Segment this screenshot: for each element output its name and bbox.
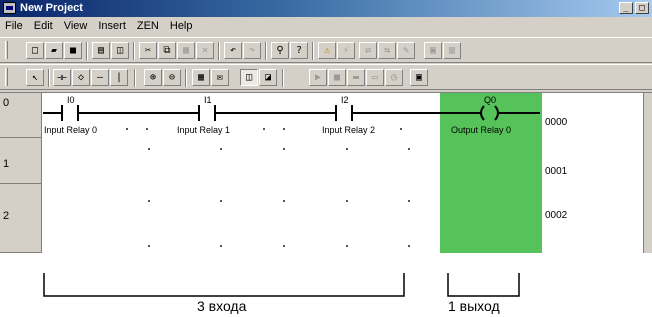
outputs-annotation: 1 выход — [448, 298, 500, 314]
contact-comment: Input Relay 1 — [177, 125, 230, 135]
undo-button[interactable]: ↶ — [224, 42, 242, 59]
menu-zen[interactable]: ZEN — [132, 18, 165, 35]
clock-button[interactable]: ◷ — [385, 69, 403, 86]
outputs-bracket — [447, 273, 520, 297]
coil-button[interactable]: ◇ — [72, 69, 90, 86]
compare-button[interactable]: ⇆ — [378, 42, 396, 59]
menu-view[interactable]: View — [59, 18, 94, 35]
paste-button[interactable]: ▦ — [177, 42, 195, 59]
select-button[interactable]: ↖ — [26, 69, 44, 86]
toolbar-separator — [48, 69, 50, 87]
menu-help[interactable]: Help — [165, 18, 199, 35]
grid-dots — [126, 128, 410, 247]
standard-toolbar: □ ▰ ■ ▤ ◫ ✂ ⧉ ▦ ✕ ↶ ↷ ⚲ ? ⚠ ⚡ ⇄ ⇆ ✎ ▣ ▥ — [0, 37, 652, 63]
coil-symbol: Q0 — [484, 95, 496, 105]
find-button[interactable]: ⚲ — [271, 42, 289, 59]
toolbar-separator — [133, 42, 135, 60]
settings-button[interactable]: ▣ — [410, 69, 428, 86]
contact-symbol: I1 — [204, 95, 212, 105]
contact-comment: Input Relay 2 — [322, 125, 375, 135]
contact-symbol: I2 — [341, 95, 349, 105]
contact-symbol: I0 — [67, 95, 75, 105]
menu-insert[interactable]: Insert — [93, 18, 132, 35]
copy-button[interactable]: ⧉ — [158, 42, 176, 59]
toolbar-separator — [185, 69, 187, 87]
rung-address: 0000 — [545, 117, 568, 128]
open-button[interactable]: ▰ — [45, 42, 63, 59]
show-comment-button[interactable]: ◪ — [259, 69, 277, 86]
inputs-annotation: 3 входа — [197, 298, 247, 314]
print-preview-button[interactable]: ◫ — [111, 42, 129, 59]
toolbar-grip[interactable] — [5, 41, 8, 59]
ladder-editor[interactable]: 0 1 2 I0 I1 I2 Q0 Input Relay 0 Input Re… — [0, 92, 652, 253]
title-bar: New Project _ □ — [0, 0, 652, 17]
ladder-toolbar: ↖ ⊣⊢ ◇ — | ⊕ ⊖ ▦ ✉ ◫ ◪ ▶ ■ ▬ ▭ ◷ ▣ — [0, 64, 652, 90]
grid-button[interactable]: ▦ — [192, 69, 210, 86]
mode-button[interactable]: ▬ — [347, 69, 365, 86]
horizontal-line-button[interactable]: — — [91, 69, 109, 86]
rung-address: 0001 — [545, 166, 568, 177]
toolbar-separator — [282, 69, 284, 87]
help-button[interactable]: ? — [290, 42, 308, 59]
stop-button[interactable]: ■ — [328, 69, 346, 86]
redo-button[interactable]: ↷ — [243, 42, 261, 59]
toolbar-grip[interactable] — [5, 68, 8, 86]
comment-button[interactable]: ✉ — [211, 69, 229, 86]
run-button[interactable]: ▶ — [309, 69, 327, 86]
edit-online-button[interactable]: ✎ — [397, 42, 415, 59]
coil-comment: Output Relay 0 — [451, 125, 511, 135]
restore-button[interactable]: □ — [635, 2, 649, 14]
menu-edit[interactable]: Edit — [29, 18, 59, 35]
contact-gap — [62, 105, 78, 121]
monitor-button[interactable]: ▣ — [424, 42, 442, 59]
show-address-button[interactable]: ◫ — [240, 69, 258, 86]
program-button[interactable]: ▭ — [366, 69, 384, 86]
contact-gap — [199, 105, 215, 121]
toolbar-separator — [218, 42, 220, 60]
app-icon — [3, 2, 16, 14]
save-button[interactable]: ■ — [64, 42, 82, 59]
toolbar-separator — [312, 42, 314, 60]
window-title: New Project — [20, 2, 83, 14]
inputs-bracket — [43, 273, 405, 297]
transfer-button[interactable]: ⇄ — [359, 42, 377, 59]
annotation-brackets — [43, 273, 520, 297]
cut-button[interactable]: ✂ — [139, 42, 157, 59]
menu-file[interactable]: File — [0, 18, 29, 35]
menu-bar: File Edit View Insert ZEN Help — [0, 18, 652, 35]
warning-button[interactable]: ⚠ — [318, 42, 336, 59]
vertical-line-button[interactable]: | — [110, 69, 128, 86]
monitor2-button[interactable]: ▥ — [443, 42, 461, 59]
contact-gap — [336, 105, 352, 121]
rung-address: 0002 — [545, 210, 568, 221]
application-window: New Project _ □ File Edit View Insert ZE… — [0, 0, 652, 253]
zoom-in-button[interactable]: ⊕ — [144, 69, 162, 86]
toolbar-separator — [86, 42, 88, 60]
contact-comment: Input Relay 0 — [44, 125, 97, 135]
new-button[interactable]: □ — [26, 42, 44, 59]
toolbar-separator — [265, 42, 267, 60]
zoom-out-button[interactable]: ⊖ — [163, 69, 181, 86]
print-button[interactable]: ▤ — [92, 42, 110, 59]
toolbar-separator — [134, 69, 136, 87]
minimize-button[interactable]: _ — [619, 2, 633, 14]
delete-button[interactable]: ✕ — [196, 42, 214, 59]
contact-button[interactable]: ⊣⊢ — [53, 69, 71, 86]
online-button[interactable]: ⚡ — [337, 42, 355, 59]
